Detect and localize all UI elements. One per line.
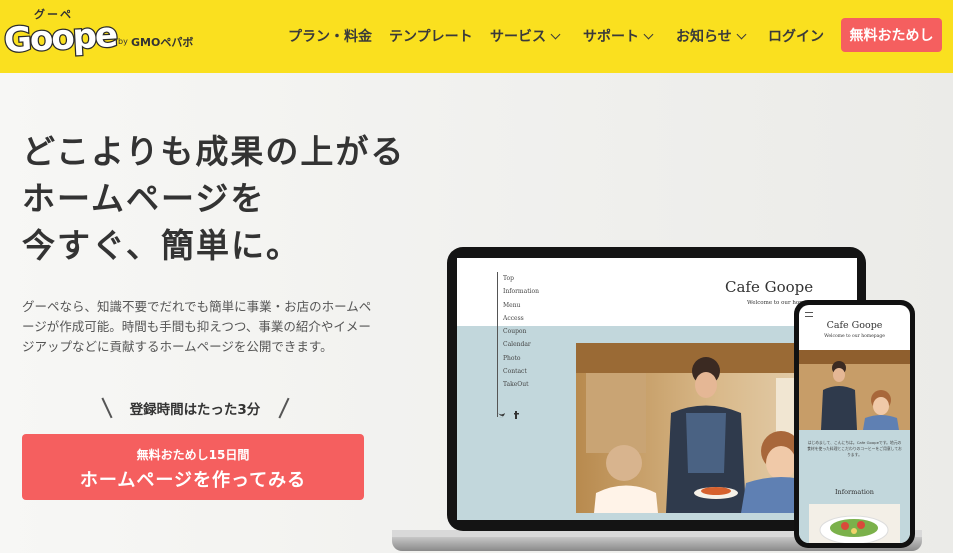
nav-login[interactable]: ログイン	[768, 26, 824, 46]
logo-company: GMOペパボ	[131, 36, 194, 49]
logo-wordmark: Goope	[2, 14, 118, 62]
phone-info-heading: Information	[834, 488, 874, 496]
chevron-down-icon	[736, 29, 747, 40]
nav-label: プラン・料金	[288, 29, 372, 45]
mock-menu-item: Menu	[503, 301, 521, 309]
note-text: 登録時間はたった3分	[129, 402, 261, 418]
mock-menu-item: Photo	[503, 354, 521, 362]
mock-menu-item: Contact	[503, 368, 527, 376]
headline-line-3: 今すぐ、簡単に。	[22, 226, 302, 265]
mock-site-menu: Top Information Menu Access Coupon Calen…	[497, 272, 539, 417]
slash-decoration	[101, 397, 113, 419]
free-trial-button[interactable]: 無料おためし	[841, 18, 942, 52]
headline-line-1: どこよりも成果の上がる	[22, 132, 406, 171]
hamburger-icon	[805, 312, 813, 317]
hero-lead-text: グーペなら、知識不要でだれでも簡単に事業・お店のホームページが作成可能。時間も手…	[22, 299, 372, 354]
nav-label: お知らせ	[676, 29, 732, 45]
phone-site-title: Cafe Goope	[826, 320, 883, 331]
nav-templates[interactable]: テンプレート	[389, 26, 473, 46]
mock-menu-item: TakeOut	[503, 381, 529, 389]
mock-menu-item: Calendar	[503, 341, 531, 349]
nav-label: ログイン	[768, 29, 824, 45]
cta-sublabel: 無料おためし15日間	[136, 448, 250, 462]
twitter-icon	[498, 411, 519, 419]
chevron-down-icon	[643, 29, 654, 40]
headline-line-2: ホームページを	[22, 179, 266, 218]
cta-label: ホームページを作ってみる	[79, 470, 307, 491]
phone-intro-text: はじめまして、こんにちは。Cafe Goopeです。地元の食材を使った料理とこだ…	[807, 440, 902, 457]
phone-site-body: はじめまして、こんにちは。Cafe Goopeです。地元の食材を使った料理とこだ…	[799, 430, 910, 543]
goope-logo[interactable]: グーペ Goope by GMOペパボ	[2, 6, 224, 66]
phone-mockup: Cafe Goope Welcome to our homepage はじめまし…	[794, 300, 915, 548]
logo-by: by	[118, 37, 128, 46]
registration-time-note: 登録時間はたった3分	[100, 397, 290, 419]
hero-headline: どこよりも成果の上がる ホームページを 今すぐ、簡単に。	[22, 128, 405, 269]
phone-screen: Cafe Goope Welcome to our homepage はじめまし…	[799, 305, 910, 543]
nav-label: サービス	[490, 29, 546, 45]
nav-services[interactable]: サービス	[490, 26, 561, 46]
phone-site-welcome: Welcome to our homepage	[824, 334, 885, 339]
nav-label: サポート	[583, 29, 639, 45]
phone-food-photo	[809, 504, 900, 543]
site-header: グーペ Goope by GMOペパボ プラン・料金 テンプレート サービス サ…	[0, 0, 953, 73]
mock-menu-item: Top	[503, 275, 514, 282]
nav-support[interactable]: サポート	[583, 26, 654, 46]
nav-label: テンプレート	[389, 29, 473, 45]
mock-menu-item: Coupon	[503, 328, 527, 336]
nav-news[interactable]: お知らせ	[676, 26, 747, 46]
slash-decoration	[277, 397, 289, 419]
chevron-down-icon	[550, 29, 561, 40]
create-homepage-button[interactable]: 無料おためし15日間 ホームページを作ってみる	[22, 434, 364, 500]
mock-menu-item: Information	[503, 288, 540, 296]
nav-plans[interactable]: プラン・料金	[288, 26, 372, 46]
mock-menu-item: Access	[503, 314, 524, 322]
phone-cafe-photo	[799, 350, 910, 430]
mock-site-title: Cafe Goope	[725, 278, 814, 296]
mock-social-icons	[497, 410, 523, 423]
